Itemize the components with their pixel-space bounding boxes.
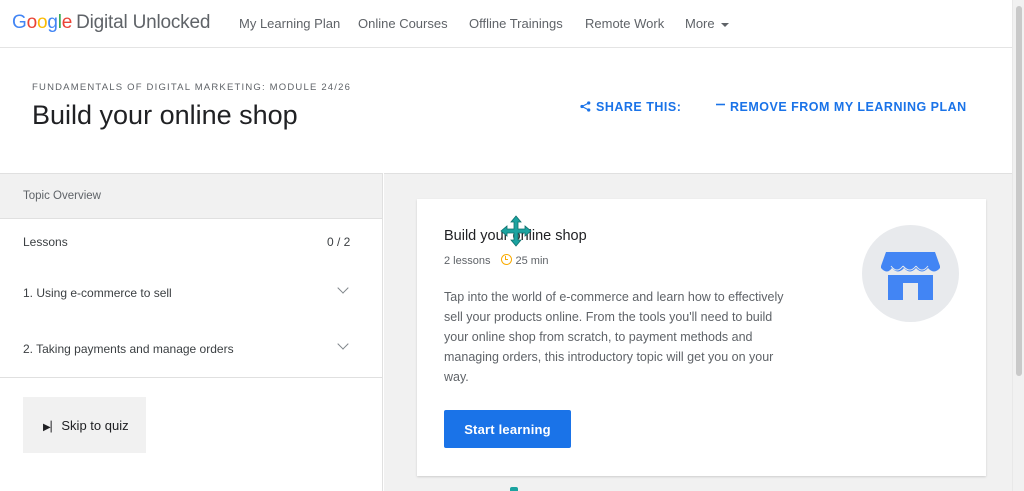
chevron-down-icon[interactable] — [337, 282, 349, 294]
module-label: FUNDAMENTALS OF DIGITAL MARKETING: MODUL… — [32, 82, 352, 93]
lessons-label: Lessons — [23, 235, 68, 249]
logo-letter: G — [12, 12, 27, 33]
topic-content-area: Build your online shop 2 lessons 25 min T… — [384, 173, 1012, 491]
caret-down-icon — [720, 22, 729, 27]
minus-icon — [716, 100, 725, 114]
share-icon — [580, 100, 591, 114]
skip-to-quiz-label: Skip to quiz — [61, 417, 129, 433]
topic-overview-label: Topic Overview — [23, 190, 101, 202]
lesson-item-2[interactable]: 2. Taking payments and manage orders — [0, 338, 382, 392]
nav-online-courses[interactable]: Online Courses — [358, 16, 448, 31]
sidebar-divider — [0, 377, 382, 378]
clock-icon — [501, 254, 513, 265]
page-scrollbar[interactable] — [1012, 0, 1024, 491]
logo-letter: o — [36, 12, 48, 33]
start-learning-button[interactable]: Start learning — [444, 410, 571, 448]
remove-label: REMOVE FROM MY LEARNING PLAN — [730, 100, 967, 114]
page-title: Build your online shop — [32, 100, 298, 130]
logo-letter: o — [26, 12, 38, 33]
share-label: SHARE THIS: — [596, 100, 682, 114]
remove-from-plan-button[interactable]: REMOVE FROM MY LEARNING PLAN — [716, 100, 967, 114]
nav-offline-trainings[interactable]: Offline Trainings — [469, 16, 563, 31]
storefront-icon — [862, 225, 959, 322]
share-button[interactable]: SHARE THIS: — [580, 100, 681, 114]
top-navigation-bar: Google Digital Unlocked My Learning Plan … — [0, 0, 1024, 48]
logo-letter: e — [61, 12, 73, 33]
lesson-item-label: 1. Using e-commerce to sell — [23, 286, 172, 300]
drag-handle-hint — [510, 487, 518, 491]
logo-suffix: Digital Unlocked — [76, 12, 211, 33]
chevron-down-icon[interactable] — [337, 338, 349, 350]
nav-my-learning-plan[interactable]: My Learning Plan — [239, 16, 340, 31]
lesson-count: 2 lessons — [444, 255, 491, 267]
nav-more-menu[interactable]: More — [685, 16, 729, 31]
skip-icon: ▶▏ — [43, 421, 59, 433]
move-cursor-icon — [500, 215, 532, 247]
card-meta: 2 lessons 25 min — [444, 254, 549, 267]
card-description: Tap into the world of e-commerce and lea… — [444, 290, 784, 384]
nav-remote-work[interactable]: Remote Work — [585, 16, 664, 31]
nav-more-label: More — [685, 16, 715, 31]
lesson-item-1[interactable]: 1. Using e-commerce to sell — [0, 282, 382, 336]
logo-letter: g — [47, 12, 58, 33]
topic-sidebar: Topic Overview Lessons 0 / 2 1. Using e-… — [0, 173, 383, 491]
duration: 25 min — [515, 255, 549, 267]
topic-overview-header[interactable]: Topic Overview — [0, 174, 382, 219]
lesson-item-label: 2. Taking payments and manage orders — [23, 342, 234, 356]
skip-to-quiz-button[interactable]: ▶▏ Skip to quiz — [23, 397, 146, 453]
google-digital-unlocked-logo[interactable]: Google Digital Unlocked — [12, 12, 210, 34]
lessons-progress-count: 0 / 2 — [327, 235, 351, 249]
scrollbar-thumb[interactable] — [1016, 6, 1022, 376]
